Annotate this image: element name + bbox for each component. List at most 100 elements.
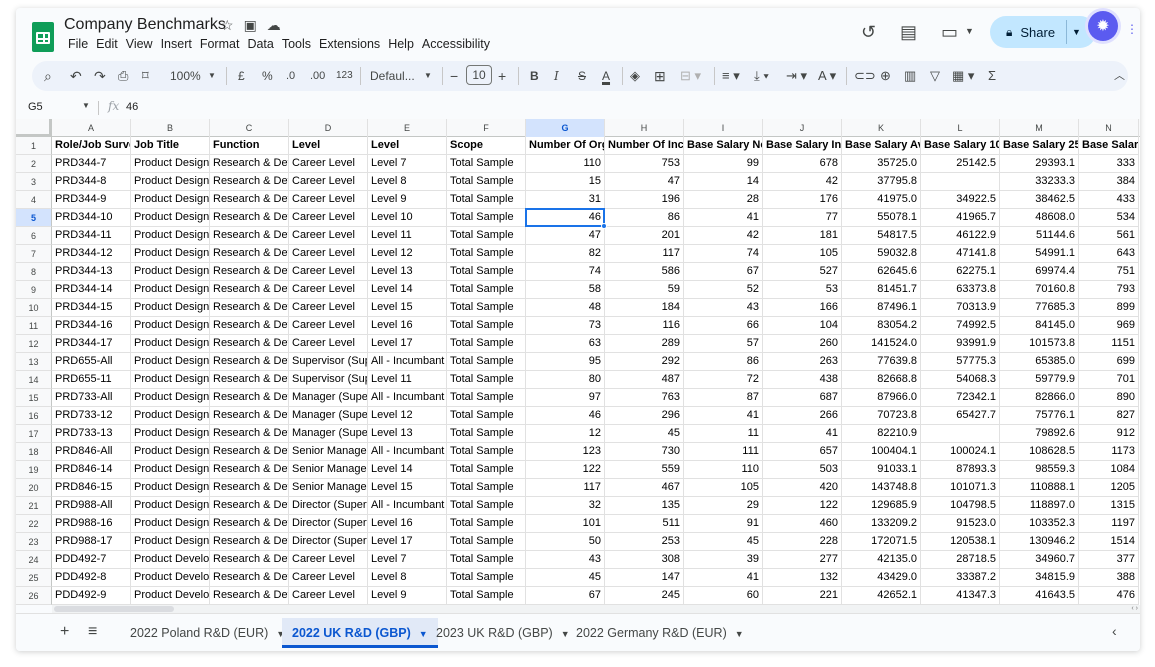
cell[interactable]: 63 — [526, 335, 605, 353]
cell[interactable]: 476 — [1079, 587, 1139, 605]
sheet-tab[interactable]: 2022 UK R&D (GBP) ▼ — [282, 618, 438, 648]
cell[interactable]: Research & Dev — [210, 533, 289, 551]
cell[interactable]: Total Sample — [447, 281, 526, 299]
cell[interactable]: Research & Dev — [210, 353, 289, 371]
cell[interactable]: 60 — [684, 587, 763, 605]
row-number[interactable]: 6 — [16, 227, 52, 245]
cell[interactable]: 95 — [526, 353, 605, 371]
meet-icon[interactable]: ▭ — [941, 22, 958, 43]
row-number[interactable]: 26 — [16, 587, 52, 605]
cell[interactable]: 91033.1 — [842, 461, 921, 479]
cell[interactable]: Research & Dev — [210, 227, 289, 245]
cell[interactable]: 54817.5 — [842, 227, 921, 245]
cell[interactable]: Career Level — [289, 299, 368, 317]
cell[interactable]: 63373.8 — [921, 281, 1000, 299]
menu-view[interactable]: View — [122, 37, 157, 51]
undo-icon[interactable]: ↶ — [70, 61, 82, 91]
cell[interactable]: 133209.2 — [842, 515, 921, 533]
cell[interactable]: 827 — [1079, 407, 1139, 425]
menu-file[interactable]: File — [64, 37, 92, 51]
cell[interactable]: Product Design : — [131, 479, 210, 497]
cell[interactable]: Research & Dev — [210, 551, 289, 569]
cell[interactable]: Career Level — [289, 191, 368, 209]
cell[interactable]: 81451.7 — [842, 281, 921, 299]
cell[interactable]: Senior Manager — [289, 479, 368, 497]
column-header-g[interactable]: G — [526, 119, 605, 137]
filter-icon[interactable]: ▽ — [930, 61, 940, 91]
cell[interactable]: Level 14 — [368, 461, 447, 479]
name-box[interactable]: G5 — [28, 101, 43, 113]
select-all-corner[interactable] — [16, 119, 52, 137]
cell[interactable]: Manager (Super — [289, 425, 368, 443]
cell[interactable]: PRD344-8 — [52, 173, 131, 191]
cell[interactable]: 28718.5 — [921, 551, 1000, 569]
sheet-tab[interactable]: 2022 Germany R&D (EUR) ▼ — [566, 618, 754, 648]
text-rotation-icon[interactable]: A ▾ — [818, 61, 836, 91]
decrease-font-size-icon[interactable]: − — [450, 61, 458, 91]
cell[interactable]: Level 17 — [368, 335, 447, 353]
column-header-j[interactable]: J — [763, 119, 842, 137]
column-header-a[interactable]: A — [52, 119, 131, 137]
cell[interactable]: Level 7 — [368, 155, 447, 173]
cell[interactable]: Senior Manager — [289, 443, 368, 461]
cell[interactable]: PRD988-16 — [52, 515, 131, 533]
decrease-decimal-button[interactable]: .0 — [286, 61, 295, 91]
cell[interactable]: Career Level — [289, 209, 368, 227]
cell[interactable]: 460 — [763, 515, 842, 533]
cell[interactable]: Research & Dev — [210, 425, 289, 443]
cell[interactable]: 266 — [763, 407, 842, 425]
cell[interactable]: 83054.2 — [842, 317, 921, 335]
cell[interactable]: Level 8 — [368, 569, 447, 587]
row-number[interactable]: 16 — [16, 407, 52, 425]
cell[interactable]: Research & Dev — [210, 443, 289, 461]
row-number[interactable]: 13 — [16, 353, 52, 371]
cell[interactable]: 438 — [763, 371, 842, 389]
column-title-cell[interactable]: Base Salary 10th — [921, 137, 1000, 155]
cell[interactable]: 82668.8 — [842, 371, 921, 389]
bold-icon[interactable]: B — [530, 61, 539, 91]
menu-data[interactable]: Data — [243, 37, 277, 51]
vertical-align-icon[interactable]: ⤓ ▾ — [754, 61, 769, 91]
cell[interactable]: 753 — [605, 155, 684, 173]
cell[interactable]: Total Sample — [447, 173, 526, 191]
scroll-arrows-icon[interactable]: ‹ › — [1131, 605, 1138, 612]
cell[interactable]: Research & Dev — [210, 173, 289, 191]
cell[interactable]: 35725.0 — [842, 155, 921, 173]
menu-tools[interactable]: Tools — [278, 37, 315, 51]
cell[interactable]: Total Sample — [447, 191, 526, 209]
cell[interactable]: 730 — [605, 443, 684, 461]
cell[interactable]: 433 — [1079, 191, 1139, 209]
cell[interactable]: Career Level — [289, 551, 368, 569]
cell[interactable]: Research & Dev — [210, 191, 289, 209]
cell[interactable]: PDD492-8 — [52, 569, 131, 587]
column-header-f[interactable]: F — [447, 119, 526, 137]
cell[interactable]: 72 — [684, 371, 763, 389]
row-number[interactable]: 18 — [16, 443, 52, 461]
menu-accessibility[interactable]: Accessibility — [418, 37, 494, 51]
cell[interactable]: PRD344-13 — [52, 263, 131, 281]
merge-cells-icon[interactable]: ⊟ ▾ — [680, 61, 701, 91]
cell[interactable]: 42 — [763, 173, 842, 191]
cell[interactable]: 181 — [763, 227, 842, 245]
cell[interactable]: 43 — [526, 551, 605, 569]
paint-format-icon[interactable]: ⌑ — [142, 61, 149, 91]
cell[interactable]: Level 9 — [368, 587, 447, 605]
cell[interactable]: 77639.8 — [842, 353, 921, 371]
column-title-cell[interactable]: Base Salary No o — [684, 137, 763, 155]
cell[interactable]: Total Sample — [447, 353, 526, 371]
cell[interactable]: 147 — [605, 569, 684, 587]
cell[interactable]: 62645.6 — [842, 263, 921, 281]
share-button[interactable]: 🔒︎ Share ▼ — [990, 16, 1096, 48]
cell[interactable]: Research & Dev — [210, 317, 289, 335]
row-number[interactable]: 15 — [16, 389, 52, 407]
cell[interactable]: 103352.3 — [1000, 515, 1079, 533]
cell[interactable]: 75776.1 — [1000, 407, 1079, 425]
cell[interactable]: 196 — [605, 191, 684, 209]
cell[interactable]: 487 — [605, 371, 684, 389]
cell[interactable]: 184 — [605, 299, 684, 317]
cell[interactable]: 890 — [1079, 389, 1139, 407]
cell[interactable]: Career Level — [289, 173, 368, 191]
cell[interactable]: 59779.9 — [1000, 371, 1079, 389]
cell[interactable]: 110 — [526, 155, 605, 173]
cell[interactable]: 420 — [763, 479, 842, 497]
